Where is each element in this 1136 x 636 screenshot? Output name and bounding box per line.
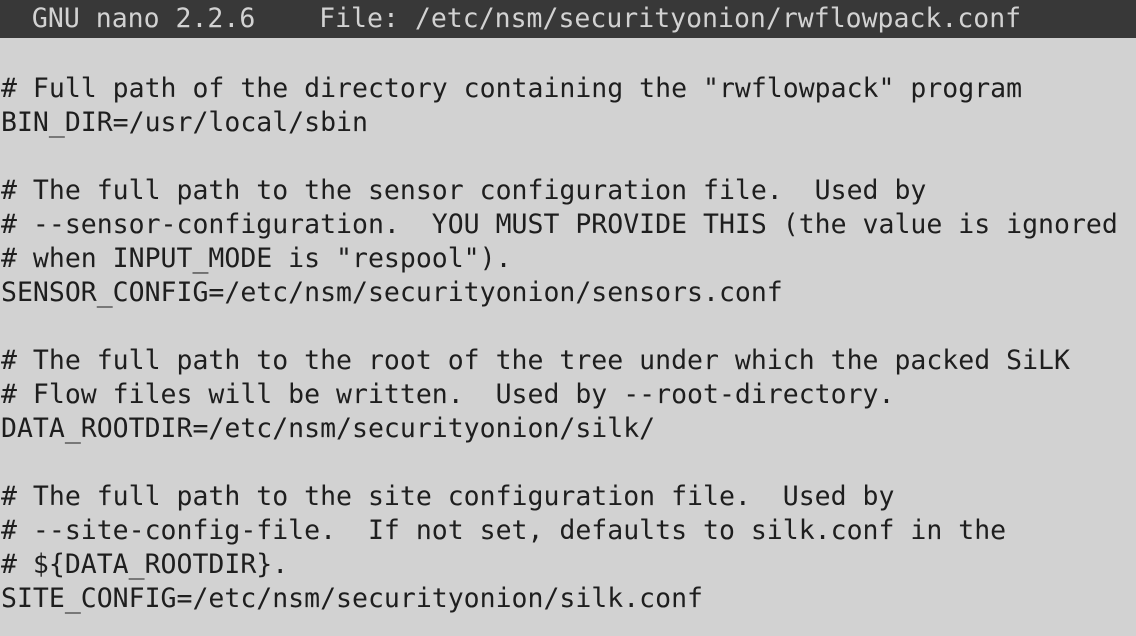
file-label: File: — [319, 3, 399, 34]
edit-buffer[interactable]: # Full path of the directory containing … — [1, 72, 1136, 616]
buffer-line[interactable] — [1, 310, 1136, 344]
buffer-line[interactable]: # ${DATA_ROOTDIR}. — [1, 548, 1136, 582]
file-path: /etc/nsm/securityonion/rwflowpack.conf — [414, 3, 1022, 34]
buffer-line[interactable]: # --sensor-configuration. YOU MUST PROVI… — [1, 208, 1136, 242]
buffer-line[interactable]: SITE_CONFIG=/etc/nsm/securityonion/silk.… — [1, 582, 1136, 616]
buffer-line[interactable]: BIN_DIR=/usr/local/sbin — [1, 106, 1136, 140]
buffer-line[interactable]: # Full path of the directory containing … — [1, 72, 1136, 106]
nano-title-bar: GNU nano 2.2.6 File: /etc/nsm/securityon… — [0, 0, 1136, 38]
buffer-line[interactable]: # The full path to the site configuratio… — [1, 480, 1136, 514]
buffer-line[interactable] — [1, 446, 1136, 480]
buffer-line[interactable]: # Flow files will be written. Used by --… — [1, 378, 1136, 412]
nano-editor-window: GNU nano 2.2.6 File: /etc/nsm/securityon… — [0, 0, 1136, 636]
app-name: GNU nano 2.2.6 — [31, 3, 256, 34]
buffer-line[interactable]: SENSOR_CONFIG=/etc/nsm/securityonion/sen… — [1, 276, 1136, 310]
buffer-line[interactable]: # --site-config-file. If not set, defaul… — [1, 514, 1136, 548]
buffer-line[interactable] — [1, 140, 1136, 174]
buffer-line[interactable]: # The full path to the sensor configurat… — [1, 174, 1136, 208]
buffer-line[interactable]: # The full path to the root of the tree … — [1, 344, 1136, 378]
buffer-line[interactable]: # when INPUT_MODE is "respool"). — [1, 242, 1136, 276]
buffer-line[interactable]: DATA_ROOTDIR=/etc/nsm/securityonion/silk… — [1, 412, 1136, 446]
